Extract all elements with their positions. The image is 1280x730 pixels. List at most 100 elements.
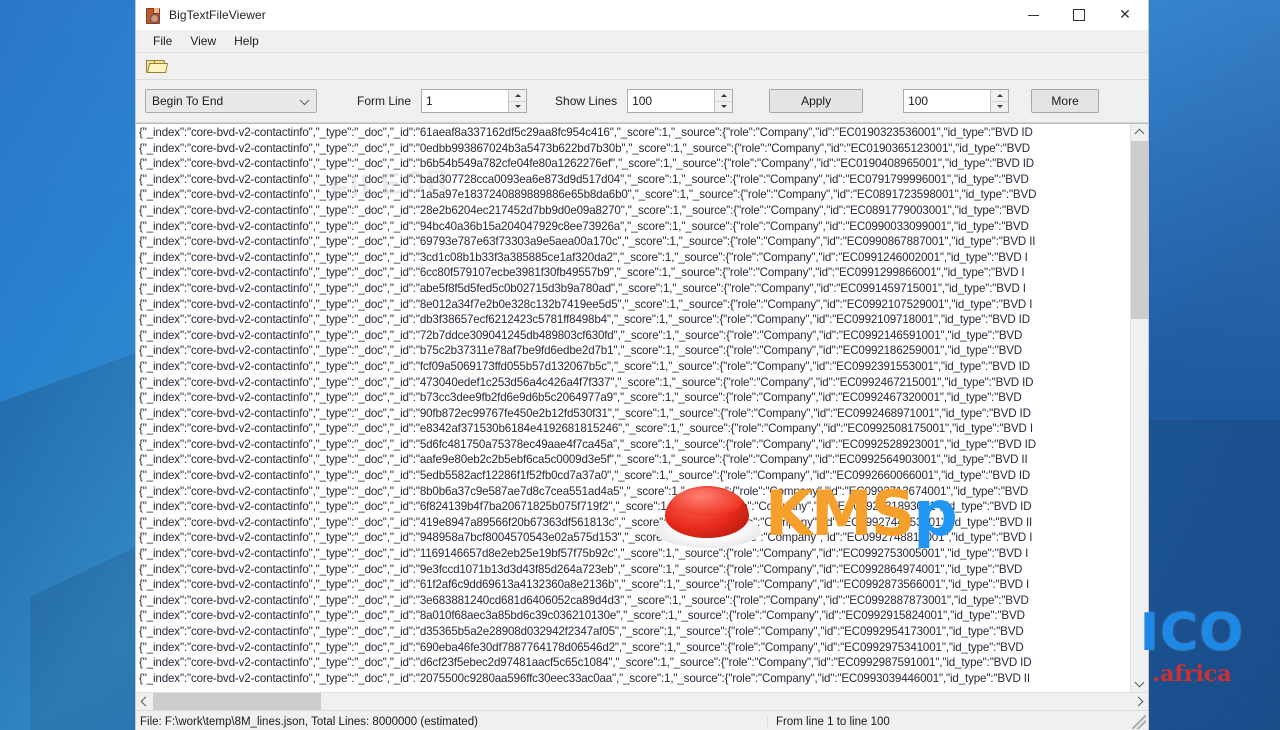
- text-line: {"_index":"core-bvd-v2-contactinfo","_ty…: [139, 593, 1029, 607]
- text-line: {"_index":"core-bvd-v2-contactinfo","_ty…: [139, 625, 1024, 638]
- text-line: {"_index":"core-bvd-v2-contactinfo","_ty…: [139, 500, 1032, 514]
- text-line: {"_index":"core-bvd-v2-contactinfo","_ty…: [139, 328, 1023, 342]
- more-lines-decrement[interactable]: [991, 100, 1009, 112]
- text-line: {"_index":"core-bvd-v2-contactinfo","_ty…: [139, 359, 1030, 373]
- text-line: {"_index":"core-bvd-v2-contactinfo","_ty…: [139, 172, 1029, 186]
- vertical-scroll-track[interactable]: [1131, 141, 1148, 675]
- text-line: {"_index":"core-bvd-v2-contactinfo","_ty…: [139, 531, 1033, 545]
- text-line: {"_index":"core-bvd-v2-contactinfo","_ty…: [139, 250, 1028, 264]
- chevron-left-icon: [140, 696, 151, 707]
- menu-bar: File View Help: [136, 30, 1148, 53]
- text-line: {"_index":"core-bvd-v2-contactinfo","_ty…: [139, 126, 1033, 139]
- text-line: {"_index":"core-bvd-v2-contactinfo","_ty…: [139, 469, 1031, 483]
- text-line: {"_index":"core-bvd-v2-contactinfo","_ty…: [139, 281, 1026, 295]
- text-line: {"_index":"core-bvd-v2-contactinfo","_ty…: [139, 141, 1030, 155]
- open-file-button[interactable]: [143, 56, 168, 76]
- africa-text: .africa: [1152, 661, 1232, 687]
- status-file-info: File: F:\work\temp\8M_lines.json, Total …: [136, 715, 768, 728]
- text-line: {"_index":"core-bvd-v2-contactinfo","_ty…: [139, 188, 1037, 202]
- text-line: {"_index":"core-bvd-v2-contactinfo","_ty…: [139, 453, 1028, 467]
- from-line-stepper[interactable]: 1: [421, 89, 528, 113]
- maximize-button[interactable]: [1056, 0, 1102, 30]
- show-lines-label: Show Lines: [555, 94, 618, 108]
- toolbar: [136, 53, 1148, 80]
- text-content-pane[interactable]: {"_index":"core-bvd-v2-contactinfo","_ty…: [136, 124, 1130, 692]
- status-line-range: From line 1 to line 100: [776, 715, 890, 728]
- menu-item-help[interactable]: Help: [225, 32, 268, 50]
- text-line: {"_index":"core-bvd-v2-contactinfo","_ty…: [139, 609, 1025, 623]
- triangle-up-icon: [720, 93, 727, 97]
- close-button[interactable]: ✕: [1102, 0, 1148, 30]
- text-line: {"_index":"core-bvd-v2-contactinfo","_ty…: [139, 422, 1033, 436]
- show-lines-spinner[interactable]: [714, 90, 733, 112]
- scroll-left-button[interactable]: [136, 693, 153, 710]
- triangle-down-icon: [720, 105, 727, 109]
- text-line: {"_index":"core-bvd-v2-contactinfo","_ty…: [139, 375, 1034, 389]
- more-lines-stepper[interactable]: 100: [903, 89, 1010, 113]
- app-icon: [145, 7, 161, 24]
- vertical-scrollbar[interactable]: [1130, 124, 1148, 692]
- text-line: {"_index":"core-bvd-v2-contactinfo","_ty…: [139, 313, 1030, 327]
- show-lines-decrement[interactable]: [715, 100, 733, 112]
- text-line: {"_index":"core-bvd-v2-contactinfo","_ty…: [139, 203, 1030, 217]
- text-line: {"_index":"core-bvd-v2-contactinfo","_ty…: [139, 266, 1025, 280]
- show-lines-input[interactable]: 100: [628, 90, 715, 112]
- text-line: {"_index":"core-bvd-v2-contactinfo","_ty…: [139, 219, 1029, 233]
- from-line-increment[interactable]: [509, 90, 527, 101]
- text-line: {"_index":"core-bvd-v2-contactinfo","_ty…: [139, 547, 1029, 561]
- more-lines-spinner[interactable]: [990, 90, 1009, 112]
- vertical-scroll-thumb[interactable]: [1131, 141, 1148, 319]
- scroll-up-button[interactable]: [1131, 124, 1148, 141]
- resize-grip-icon[interactable]: [1132, 714, 1146, 729]
- from-line-label: Form Line: [357, 94, 412, 108]
- window-title: BigTextFileViewer: [169, 8, 266, 22]
- text-line: {"_index":"core-bvd-v2-contactinfo","_ty…: [139, 157, 1035, 171]
- menu-item-file[interactable]: File: [144, 32, 181, 50]
- wallpaper-shard: [1130, 420, 1280, 730]
- desktop-background: BigTextFileViewer ✕ File View Help Begin…: [0, 0, 1280, 730]
- scroll-down-button[interactable]: [1131, 675, 1148, 692]
- more-lines-input[interactable]: 100: [904, 90, 991, 112]
- minimize-button[interactable]: [1010, 0, 1056, 30]
- more-lines-increment[interactable]: [991, 90, 1009, 101]
- triangle-down-icon: [996, 105, 1003, 109]
- application-window: BigTextFileViewer ✕ File View Help Begin…: [136, 0, 1148, 730]
- horizontal-scrollbar[interactable]: [136, 692, 1148, 710]
- text-line: {"_index":"core-bvd-v2-contactinfo","_ty…: [139, 297, 1033, 311]
- maximize-icon: [1073, 9, 1085, 21]
- close-icon: ✕: [1119, 7, 1131, 23]
- show-lines-stepper[interactable]: 100: [627, 89, 734, 113]
- text-line: {"_index":"core-bvd-v2-contactinfo","_ty…: [139, 344, 1023, 358]
- text-line: {"_index":"core-bvd-v2-contactinfo","_ty…: [139, 484, 1029, 498]
- controls-row: Begin To End Form Line 1 Show Lines 100: [136, 80, 1148, 123]
- from-line-spinner[interactable]: [508, 90, 527, 112]
- scroll-right-button[interactable]: [1131, 693, 1148, 710]
- pico-hex-text: ICO: [1139, 603, 1245, 663]
- chevron-down-icon: [299, 95, 310, 106]
- horizontal-scroll-track[interactable]: [153, 693, 1131, 710]
- text-line: {"_index":"core-bvd-v2-contactinfo","_ty…: [139, 406, 1031, 420]
- menu-item-view[interactable]: View: [181, 32, 225, 50]
- text-line: {"_index":"core-bvd-v2-contactinfo","_ty…: [139, 578, 1030, 592]
- text-line: {"_index":"core-bvd-v2-contactinfo","_ty…: [139, 671, 1030, 685]
- wallpaper-shard: [30, 540, 150, 730]
- from-line-decrement[interactable]: [509, 100, 527, 112]
- text-line: {"_index":"core-bvd-v2-contactinfo","_ty…: [139, 515, 1033, 529]
- apply-button[interactable]: Apply: [769, 89, 864, 113]
- text-line: {"_index":"core-bvd-v2-contactinfo","_ty…: [139, 437, 1036, 451]
- direction-mode-select[interactable]: Begin To End: [145, 89, 317, 113]
- horizontal-scroll-thumb[interactable]: [153, 693, 321, 710]
- chevron-up-icon: [1134, 128, 1145, 139]
- text-line: {"_index":"core-bvd-v2-contactinfo","_ty…: [139, 562, 1023, 576]
- status-bar: File: F:\work\temp\8M_lines.json, Total …: [136, 710, 1148, 730]
- title-bar[interactable]: BigTextFileViewer ✕: [136, 0, 1148, 30]
- chevron-right-icon: [1133, 696, 1144, 707]
- text-line: {"_index":"core-bvd-v2-contactinfo","_ty…: [139, 391, 1022, 405]
- show-lines-increment[interactable]: [715, 90, 733, 101]
- window-controls: ✕: [1010, 0, 1148, 30]
- from-line-input[interactable]: 1: [422, 90, 509, 112]
- more-button[interactable]: More: [1031, 89, 1100, 113]
- triangle-down-icon: [514, 105, 521, 109]
- text-line: {"_index":"core-bvd-v2-contactinfo","_ty…: [139, 656, 1032, 670]
- triangle-up-icon: [514, 93, 521, 97]
